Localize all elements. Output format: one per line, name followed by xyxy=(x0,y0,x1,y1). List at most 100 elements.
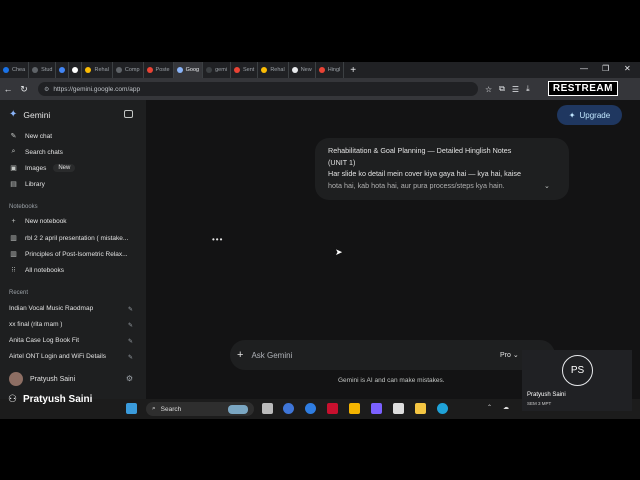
browser-tab[interactable]: Stud xyxy=(29,62,57,78)
new-chat-label: New chat xyxy=(25,132,53,140)
search-icon: ⌕ xyxy=(152,405,156,412)
browser-tab[interactable] xyxy=(56,62,70,78)
back-icon[interactable]: ← xyxy=(0,84,16,94)
tab-favicon xyxy=(72,67,79,73)
notebook-label: Principles of Post-Isometric Relax... xyxy=(25,250,128,258)
images-button[interactable]: ▣ Images New xyxy=(9,164,76,172)
model-selector[interactable]: Pro ⌄ xyxy=(500,351,519,359)
recent-chat-label: Anita Case Log Book Fit xyxy=(9,337,80,344)
recent-chat-item[interactable]: xx final (rita mam ) xyxy=(9,321,62,328)
collapse-sidebar-icon[interactable] xyxy=(124,110,133,118)
streamer-name: Pratyush Saini xyxy=(22,394,93,405)
tab-favicon xyxy=(318,67,325,73)
pin-icon[interactable]: ✎ xyxy=(128,322,133,329)
webcam-tile: PS Pratyush Saini SEM 3 MPT xyxy=(522,350,632,411)
browser-tab[interactable]: Comp xyxy=(113,62,144,78)
windows-start-icon[interactable] xyxy=(126,403,137,414)
close-icon[interactable]: ✕ xyxy=(624,64,631,73)
gemini-sparkle-icon: ✦ xyxy=(9,109,18,120)
search-chats-button[interactable]: ⌕ Search chats xyxy=(9,148,63,156)
url-field[interactable]: ⚙ https://gemini.google.com/app xyxy=(38,82,478,96)
hp-icon[interactable] xyxy=(283,403,294,414)
explorer-icon[interactable] xyxy=(415,403,426,414)
browser-tab[interactable] xyxy=(69,62,83,78)
pin-icon[interactable]: ✎ xyxy=(128,354,133,361)
url-text: https://gemini.google.com/app xyxy=(53,85,141,93)
restore-icon[interactable]: ❐ xyxy=(602,64,609,73)
browser-tab[interactable]: gemi xyxy=(203,62,231,78)
library-button[interactable]: ▤ Library xyxy=(9,180,45,189)
file-icon[interactable] xyxy=(393,403,404,414)
site-info-icon[interactable]: ⚙ xyxy=(44,86,49,93)
prompt-input[interactable]: Ask Gemini xyxy=(251,351,292,360)
tab-label: Hingl xyxy=(327,67,341,73)
sparkle-icon: ✦ xyxy=(568,110,576,120)
notebook-label: rbl 2 2 april presentation ( mistake... xyxy=(25,234,129,242)
extensions-icon[interactable]: ⧉ xyxy=(499,84,505,94)
new-chat-button[interactable]: ✎ New chat xyxy=(9,132,53,141)
mcafee-icon[interactable] xyxy=(327,403,338,414)
browser-tab[interactable]: Poste xyxy=(144,62,174,78)
recent-chat-item[interactable]: Airtel ONT Login and WiFi Details xyxy=(9,353,106,360)
new-tab-button[interactable]: + xyxy=(344,65,362,76)
chevron-down-icon[interactable]: ⌄ xyxy=(544,182,550,190)
tab-favicon xyxy=(3,67,9,73)
browser-tab-active[interactable]: Goog xyxy=(173,62,204,78)
recent-heading: Recent xyxy=(9,290,29,296)
download-icon[interactable]: ⤓ xyxy=(526,84,530,94)
settings-gear-icon[interactable]: ⚙ xyxy=(126,374,133,383)
pin-icon[interactable]: ✎ xyxy=(128,306,133,313)
prompt-composer[interactable]: + Ask Gemini Pro ⌄ ● xyxy=(230,340,555,370)
minimize-icon[interactable]: — xyxy=(580,64,588,73)
browser-tab[interactable]: Rehal xyxy=(258,62,289,78)
tray-chevron-icon[interactable]: ⌃ xyxy=(487,404,492,411)
tab-favicon xyxy=(176,67,183,73)
browser-tab[interactable]: Chea xyxy=(0,62,30,78)
gemini-logo[interactable]: ✦ Gemini xyxy=(9,109,50,120)
browser-tab[interactable]: Rehal xyxy=(82,62,113,78)
avatar xyxy=(9,372,23,386)
tab-favicon xyxy=(115,67,122,73)
browser-tab[interactable]: New xyxy=(289,62,316,78)
loading-indicator: ••• xyxy=(212,235,224,244)
reload-icon[interactable]: ↻ xyxy=(16,84,32,95)
help-icon[interactable] xyxy=(305,403,316,414)
task-view-icon[interactable] xyxy=(262,403,273,414)
add-attachment-icon[interactable]: + xyxy=(237,349,243,361)
reading-list-icon[interactable]: ☰ xyxy=(512,85,519,94)
user-account[interactable]: Pratyush Saini xyxy=(9,372,75,386)
notebook-item[interactable]: ▥ Principles of Post-Isometric Relax... xyxy=(9,250,128,259)
edge-icon[interactable] xyxy=(437,403,448,414)
new-notebook-button[interactable]: + New notebook xyxy=(9,218,66,225)
user-outline-icon: ⚇ xyxy=(8,394,17,405)
tab-favicon xyxy=(291,67,298,73)
upgrade-button[interactable]: ✦ Upgrade xyxy=(557,105,622,125)
tab-label: Comp xyxy=(124,67,140,73)
address-bar-row: ← ↻ ⚙ https://gemini.google.com/app ☆ ⧉ … xyxy=(0,78,640,100)
tab-favicon xyxy=(206,67,213,73)
recent-chat-item[interactable]: Indian Vocal Music Raodmap xyxy=(9,305,93,312)
cloud-icon[interactable]: ☁ xyxy=(503,404,509,411)
recent-chat-item[interactable]: Anita Case Log Book Fit xyxy=(9,337,79,344)
tab-label: Sent xyxy=(243,67,255,73)
store-icon[interactable] xyxy=(349,403,360,414)
copilot-icon[interactable] xyxy=(371,403,382,414)
browser-tab[interactable]: Sent xyxy=(231,62,259,78)
notebook-item[interactable]: ▥ rbl 2 2 april presentation ( mistake..… xyxy=(9,234,129,243)
all-notebooks-button[interactable]: ⁝⁝ All notebooks xyxy=(9,266,64,275)
grid-icon: ⁝⁝ xyxy=(11,267,16,274)
notebooks-heading: Notebooks xyxy=(9,204,38,210)
ai-disclaimer: Gemini is AI and can make mistakes. xyxy=(338,377,445,384)
recent-chat-label: Airtel ONT Login and WiFi Details xyxy=(9,353,107,360)
tab-favicon xyxy=(32,67,39,73)
taskbar-search[interactable]: ⌕ Search xyxy=(146,402,254,416)
upgrade-label: Upgrade xyxy=(579,110,611,120)
browser-tab[interactable]: Hingl xyxy=(316,62,345,78)
search-icon: ⌕ xyxy=(11,148,16,155)
image-icon: ▣ xyxy=(10,165,17,172)
webcam-subtitle: SEM 3 MPT xyxy=(527,401,552,406)
library-icon: ▤ xyxy=(10,181,17,188)
bookmark-star-icon[interactable]: ☆ xyxy=(485,85,492,94)
pin-icon[interactable]: ✎ xyxy=(128,338,133,345)
landscape-widget-icon xyxy=(228,404,249,414)
